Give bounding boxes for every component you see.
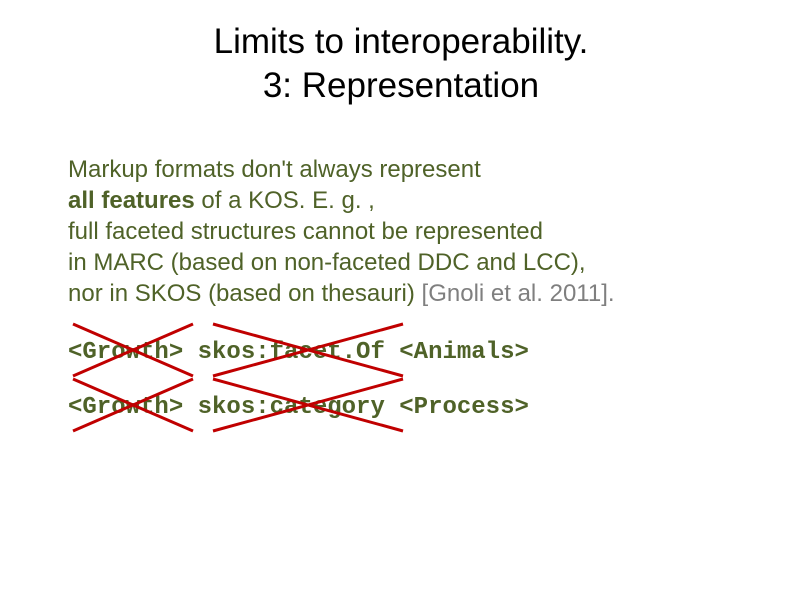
citation: [Gnoli et al. 2011]: [422, 280, 608, 307]
body-line-3: full faceted structures cannot be repres…: [68, 218, 543, 245]
code2-process: <Process>: [399, 394, 529, 421]
title-line-2: 3: Representation: [263, 66, 539, 105]
body-dot: .: [608, 280, 615, 307]
slide-title: Limits to interoperability. 3: Represent…: [68, 20, 734, 108]
code-line-1: <Growth> skos:facet.Of <Animals>: [68, 339, 734, 368]
body-line-1: Markup formats don't always represent: [68, 156, 481, 183]
code2-growth: <Growth>: [68, 394, 183, 421]
body-line-4: in MARC (based on non-faceted DDC and LC…: [68, 249, 586, 276]
code1-growth: <Growth>: [68, 339, 183, 366]
code2-predicate: skos:category: [198, 394, 385, 421]
body-line-2b: of a KOS. E. g. ,: [195, 187, 375, 214]
title-line-1: Limits to interoperability.: [214, 22, 589, 61]
code1-animals: <Animals>: [399, 339, 529, 366]
code-line-2: <Growth> skos:category <Process>: [68, 394, 734, 423]
body-line-5a: nor in SKOS (based on thesauri): [68, 280, 422, 307]
code1-predicate: skos:facet.Of: [198, 339, 385, 366]
body-text: Markup formats don't always represent al…: [68, 154, 734, 310]
slide: Limits to interoperability. 3: Represent…: [0, 0, 794, 595]
body-all-features: all features: [68, 187, 195, 214]
